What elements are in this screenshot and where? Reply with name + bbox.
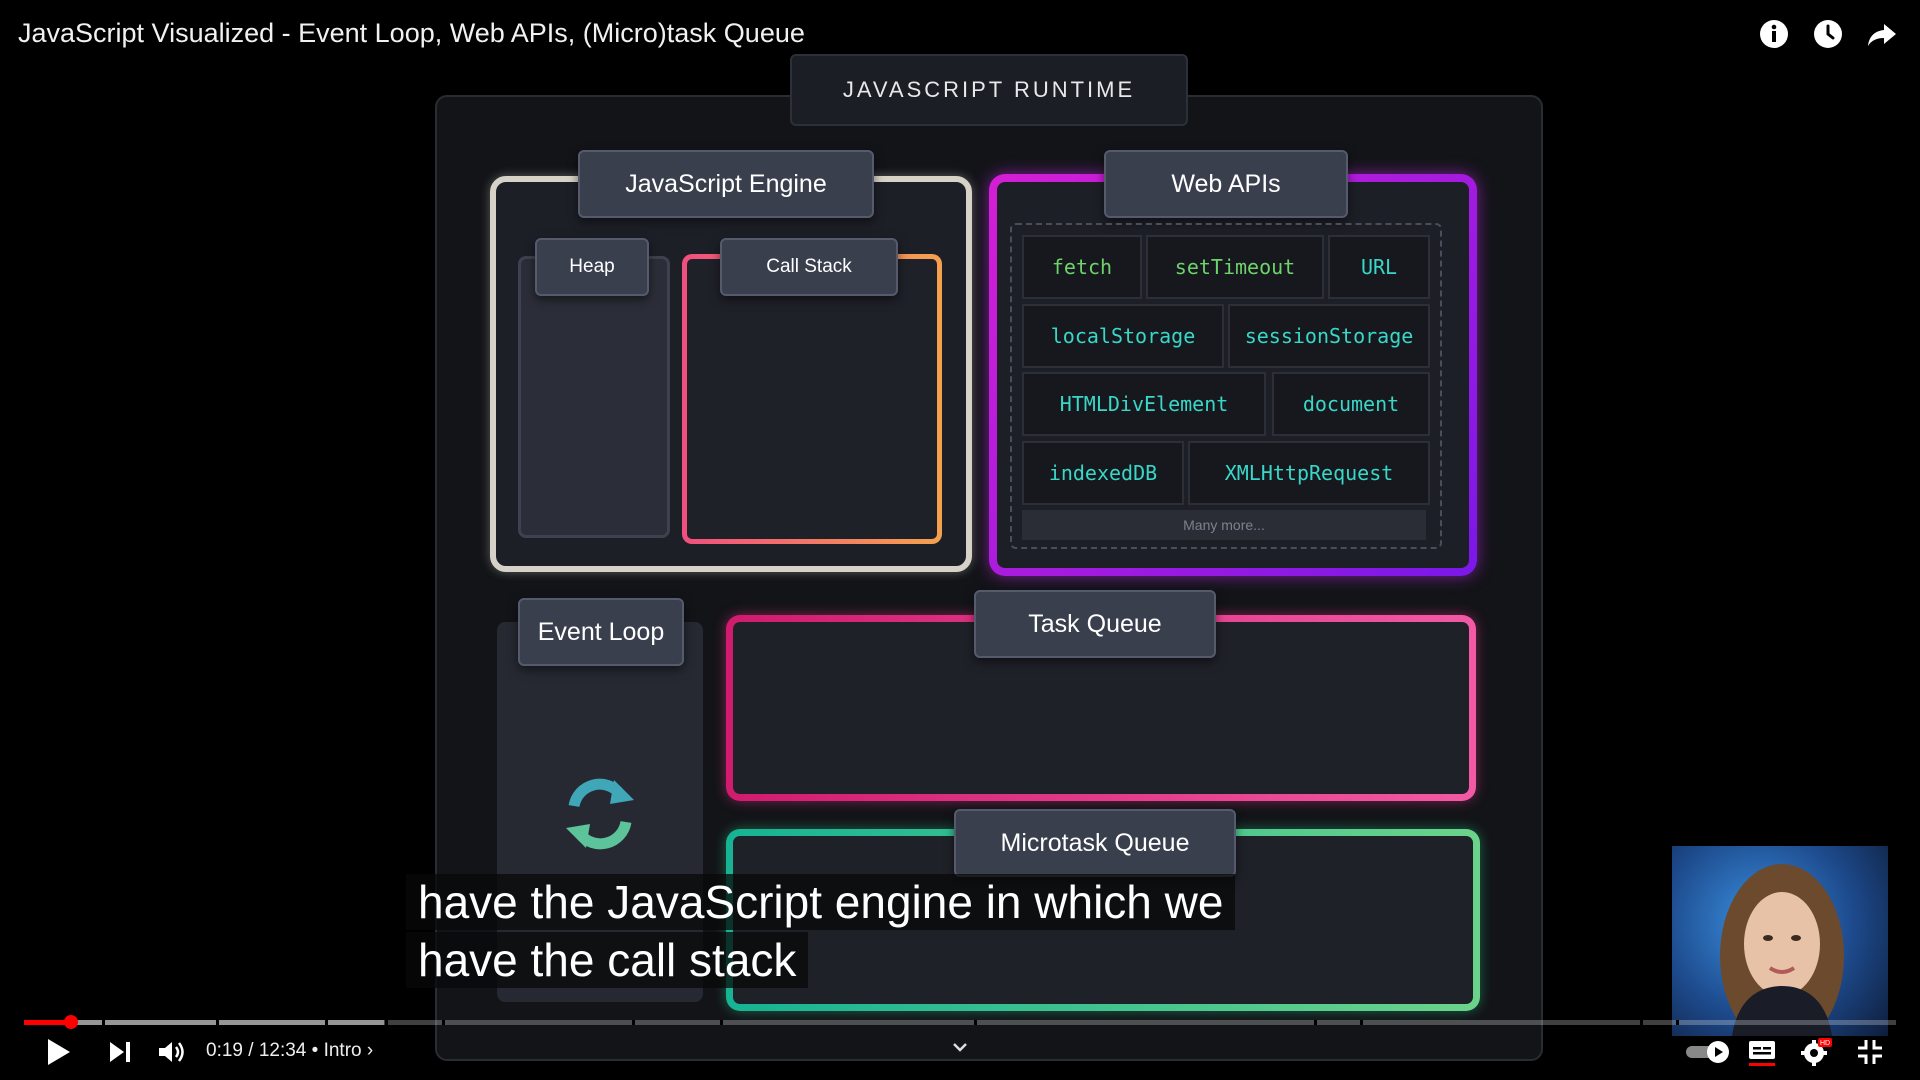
chapter-divider [1360,1020,1363,1025]
microtask-queue-label: Microtask Queue [954,809,1236,877]
chapter-divider [325,1020,328,1025]
api-url: URL [1328,235,1430,299]
call-stack-box [682,254,942,544]
chapter-divider [216,1020,219,1025]
chapter-chevron-icon[interactable]: › [367,1040,373,1061]
chapter-divider [1676,1020,1679,1025]
chapter-divider [1314,1020,1317,1025]
chapter-divider [442,1020,445,1025]
chapter-divider [974,1020,977,1025]
svg-text:HD: HD [1820,1040,1830,1047]
api-sessionstorage: sessionStorage [1228,304,1430,368]
info-icon[interactable] [1756,16,1792,52]
volume-button[interactable] [152,1034,192,1070]
chapter-divider [720,1020,723,1025]
caption-line-2: have the call stack [406,932,809,988]
api-settimeout: setTimeout [1146,235,1324,299]
api-fetch: fetch [1022,235,1142,299]
refresh-icon [556,776,644,852]
heap-label: Heap [535,238,649,296]
api-xmlhttprequest: XMLHttpRequest [1188,441,1430,505]
share-icon[interactable] [1864,16,1900,52]
autoplay-toggle[interactable] [1682,1034,1736,1070]
time-label: 0:19 / 12:34 [206,1040,307,1061]
time-display: 0:19 / 12:34 • Intro › [206,1040,373,1062]
chevron-down-icon[interactable] [950,1040,970,1056]
api-document: document [1272,372,1430,436]
subtitles-button[interactable] [1742,1034,1782,1070]
presenter-video [1672,846,1888,1036]
event-loop-label: Event Loop [518,598,684,666]
watch-later-icon[interactable] [1810,16,1846,52]
javascript-engine-label: JavaScript Engine [578,150,874,218]
exit-fullscreen-icon[interactable] [1850,1034,1890,1070]
api-htmldivelement: HTMLDivElement [1022,372,1266,436]
heap-box [518,256,670,538]
chapter-divider [1640,1020,1643,1025]
next-button[interactable] [100,1034,140,1070]
play-button[interactable] [38,1034,78,1070]
api-localstorage: localStorage [1022,304,1224,368]
chapter-divider [102,1020,105,1025]
caption-line-1: have the JavaScript engine in which we [406,874,1236,930]
task-queue-label: Task Queue [974,590,1216,658]
api-indexeddb: indexedDB [1022,441,1184,505]
chapter-divider [632,1020,635,1025]
chapter-divider [385,1020,388,1025]
many-more-label: Many more... [1022,510,1426,540]
video-title: JavaScript Visualized - Event Loop, Web … [18,18,805,48]
chapter-label[interactable]: • Intro [312,1040,362,1061]
web-apis-label: Web APIs [1104,150,1348,218]
call-stack-label: Call Stack [720,238,898,296]
scrubber-handle[interactable] [64,1015,78,1029]
progress-buffered [24,1020,384,1025]
runtime-label: JAVASCRIPT RUNTIME [790,54,1188,126]
settings-gear-icon[interactable]: HD [1796,1034,1836,1070]
